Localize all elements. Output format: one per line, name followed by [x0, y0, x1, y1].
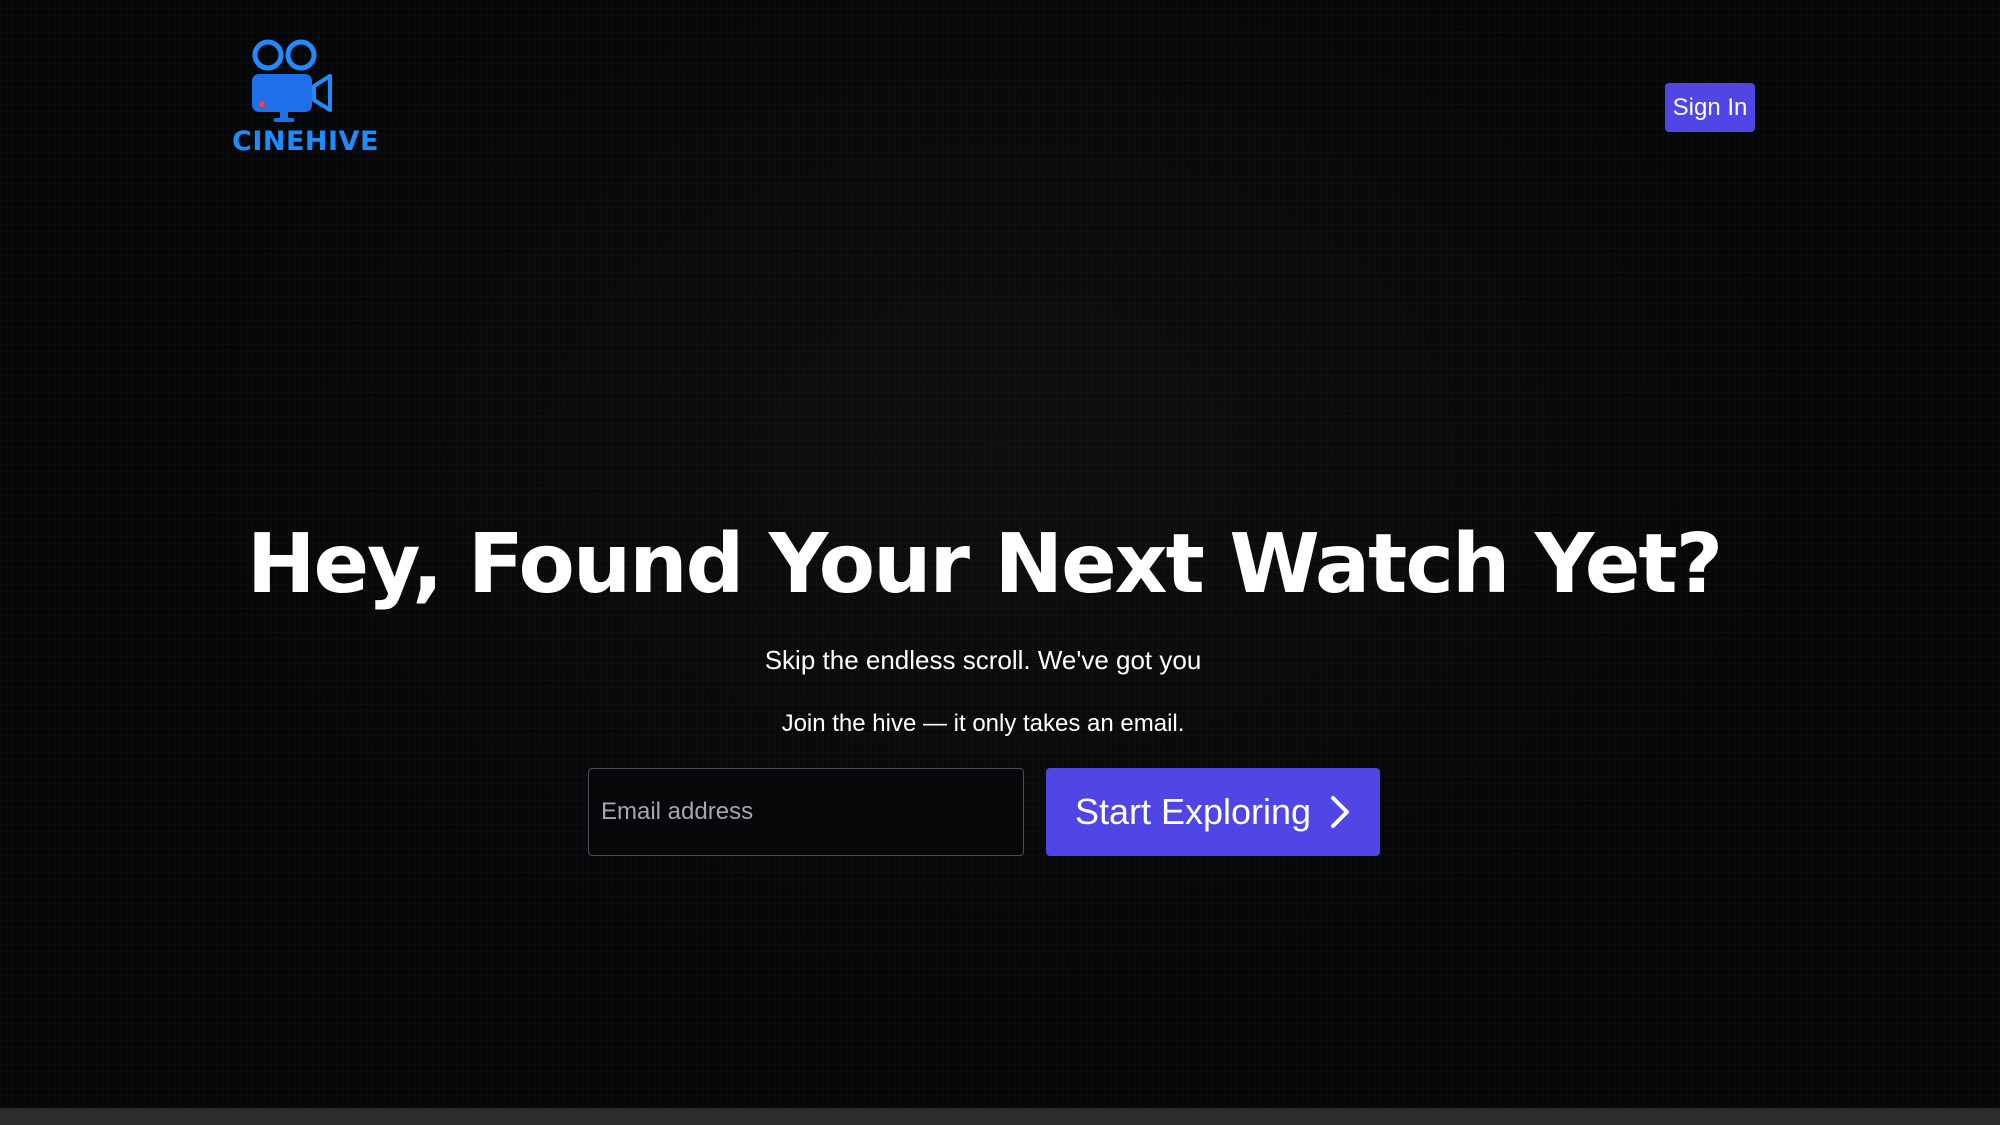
movie-camera-icon [252, 39, 332, 122]
hero-title: Hey, Found Your Next Watch Yet? [246, 517, 1723, 612]
email-input[interactable] [588, 768, 1024, 856]
start-exploring-button[interactable]: Start Exploring [1046, 768, 1380, 856]
start-exploring-label: Start Exploring [1074, 791, 1312, 832]
brand-logo[interactable]: CINEHIVE [232, 38, 379, 160]
brand-name: CINEHIVE [232, 126, 379, 157]
hero-subtitle: Skip the endless scroll. We've got you [764, 645, 1202, 675]
bottom-scrollbar-strip [0, 1108, 2000, 1125]
chevron-right-icon [1331, 796, 1350, 828]
hero-cta-text: Join the hive — it only takes an email. [781, 710, 1185, 737]
sign-in-button[interactable]: Sign In [1665, 83, 1755, 132]
